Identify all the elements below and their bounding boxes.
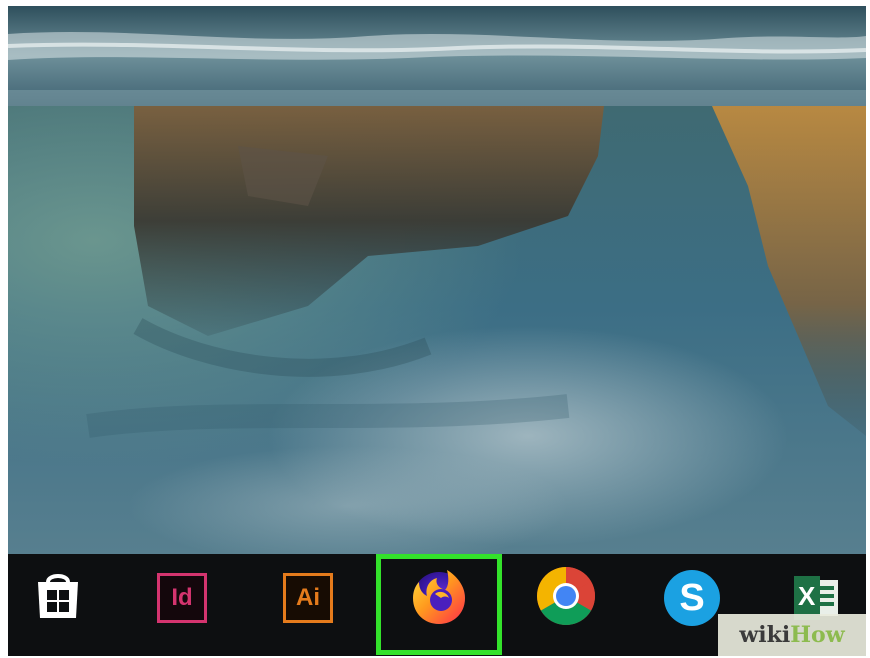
firefox-icon xyxy=(407,564,471,633)
taskbar-item-firefox[interactable] xyxy=(407,566,471,630)
taskbar-item-chrome[interactable] xyxy=(534,566,598,630)
adobe-indesign-icon: Id xyxy=(157,573,207,623)
taskbar-item-illustrator[interactable]: Ai xyxy=(276,566,340,630)
screenshot-frame: Id Ai S X xyxy=(8,6,866,656)
wikihow-watermark: wiki How xyxy=(718,614,866,656)
taskbar-item-store[interactable] xyxy=(26,566,90,630)
skype-icon: S xyxy=(664,570,720,626)
watermark-text-wiki: wiki xyxy=(739,622,791,648)
taskbar-item-skype[interactable]: S xyxy=(660,566,724,630)
watermark-text-how: How xyxy=(790,622,845,648)
taskbar-item-indesign[interactable]: Id xyxy=(150,566,214,630)
chrome-icon xyxy=(535,565,597,632)
excel-icon-letter: X xyxy=(798,581,816,611)
adobe-illustrator-icon: Ai xyxy=(283,573,333,623)
microsoft-store-icon xyxy=(30,568,86,629)
desktop-wallpaper xyxy=(8,6,866,554)
